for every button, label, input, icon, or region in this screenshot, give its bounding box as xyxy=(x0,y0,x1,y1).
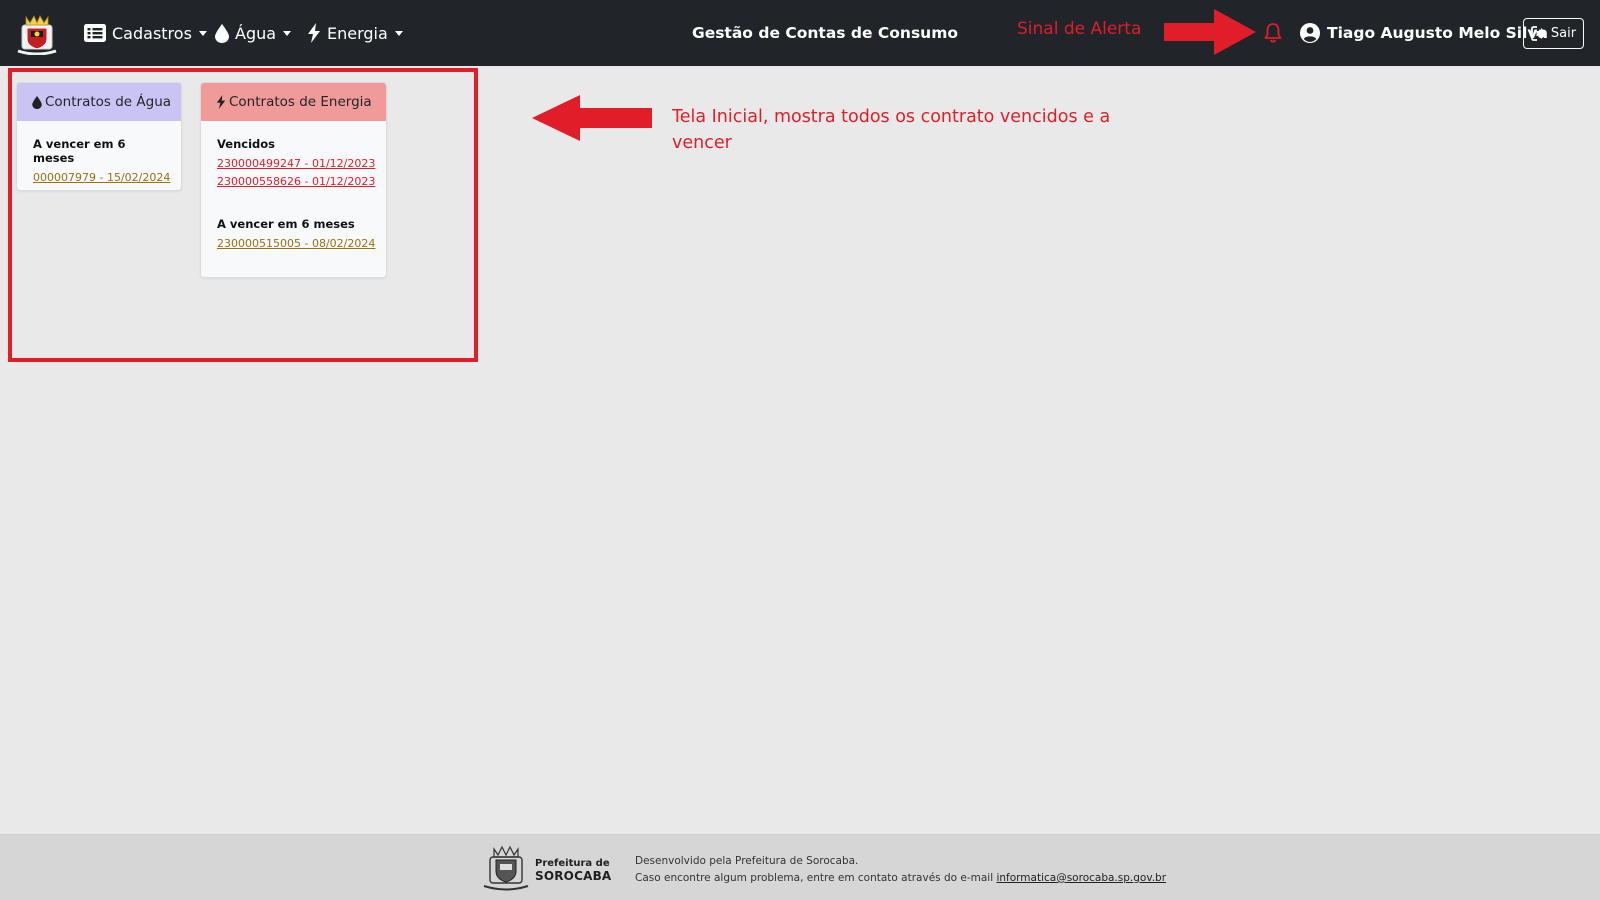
droplet-icon xyxy=(215,23,229,43)
card-header: Contratos de Água xyxy=(17,83,181,121)
section-title-upcoming: A vencer em 6 meses xyxy=(217,217,355,231)
card-title: Contratos de Energia xyxy=(229,94,372,110)
footer-credit: Desenvolvido pela Prefeitura de Sorocaba… xyxy=(635,855,859,867)
footer: Prefeitura de SOROCABA Desenvolvido pela… xyxy=(0,834,1600,900)
contract-link[interactable]: 230000558626 - 01/12/2023 xyxy=(217,173,375,191)
bolt-icon xyxy=(216,95,226,109)
footer-contact-text: Caso encontre algum problema, entre em c… xyxy=(635,872,997,884)
section-title-overdue: Vencidos xyxy=(217,137,275,151)
user-name: Tiago Augusto Melo Silva xyxy=(1327,24,1548,42)
nav-menu-energia[interactable]: Energia xyxy=(307,0,403,66)
contract-link[interactable]: 230000515005 - 08/02/2024 xyxy=(217,235,375,253)
nav-menu-label: Água xyxy=(235,23,277,43)
chevron-down-icon xyxy=(198,30,207,36)
card-title: Contratos de Água xyxy=(45,94,172,110)
nav-menu-label: Cadastros xyxy=(112,23,192,43)
app-title: Gestão de Contas de Consumo xyxy=(691,24,959,42)
bolt-icon xyxy=(308,23,320,43)
nav-menu-agua[interactable]: Água xyxy=(215,0,292,66)
footer-brand-line2: SOROCABA xyxy=(535,869,612,883)
home-screen-annotation: Tela Inicial, mostra todos os contrato v… xyxy=(672,107,1111,153)
contract-link[interactable]: 230000499247 - 01/12/2023 xyxy=(217,155,375,173)
footer-text: Desenvolvido pela Prefeitura de Sorocaba… xyxy=(635,853,1166,887)
bell-icon[interactable] xyxy=(1264,22,1282,43)
card-body: A vencer em 6 meses 000007979 - 15/02/20… xyxy=(17,121,181,187)
logout-button[interactable]: Sair xyxy=(1523,18,1584,49)
contract-link[interactable]: 000007979 - 15/02/2024 xyxy=(33,169,170,187)
section-title-upcoming: A vencer em 6 meses xyxy=(33,137,126,165)
arrow-left-annotation-icon xyxy=(532,95,652,141)
water-contracts-card: Contratos de Água A vencer em 6 meses 00… xyxy=(16,82,182,191)
logout-label: Sair xyxy=(1550,26,1577,41)
city-coat-of-arms-logo xyxy=(483,845,529,891)
list-icon xyxy=(84,24,106,42)
energy-contracts-card: Contratos de Energia Vencidos 2300004992… xyxy=(200,82,387,278)
top-navbar: Cadastros Água Energia Gestão de Contas … xyxy=(0,0,1600,66)
nav-menu-label: Energia xyxy=(327,23,388,43)
user-circle-icon xyxy=(1300,23,1320,43)
droplet-icon xyxy=(32,95,42,109)
card-header: Contratos de Energia xyxy=(201,83,386,121)
city-coat-of-arms-logo[interactable] xyxy=(14,11,60,55)
chevron-down-icon xyxy=(394,30,403,36)
chevron-down-icon xyxy=(283,30,292,36)
alert-signal-annotation: Sinal de Alerta xyxy=(1017,19,1142,39)
footer-contact: Caso encontre algum problema, entre em c… xyxy=(635,870,1166,887)
arrow-right-annotation-icon xyxy=(1164,9,1256,55)
card-body: Vencidos 230000499247 - 01/12/2023 23000… xyxy=(201,121,386,253)
footer-brand: Prefeitura de SOROCABA xyxy=(535,857,611,883)
support-email-link[interactable]: informatica@sorocaba.sp.gov.br xyxy=(996,872,1166,884)
nav-menu-cadastros[interactable]: Cadastros xyxy=(84,0,207,66)
user-menu[interactable]: Tiago Augusto Melo Silva xyxy=(1300,0,1548,66)
logout-icon xyxy=(1531,26,1547,41)
